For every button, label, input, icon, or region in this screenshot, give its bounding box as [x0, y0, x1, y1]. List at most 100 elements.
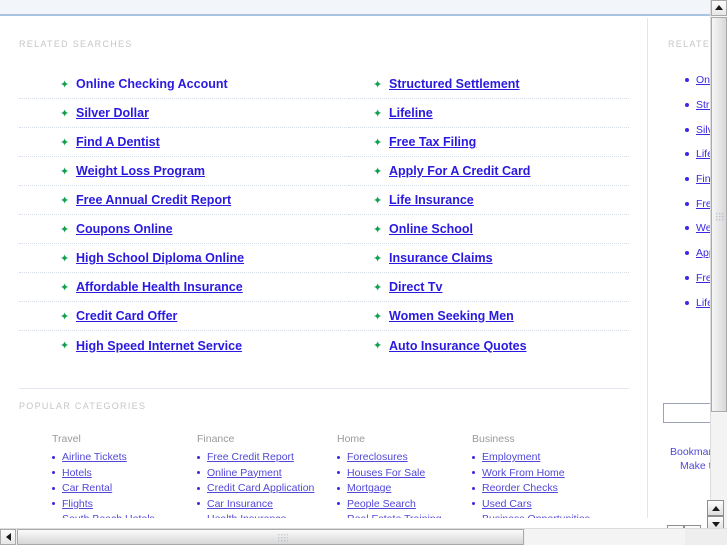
list-item[interactable]: ✦ Direct Tv — [349, 273, 629, 302]
list-item[interactable]: ✦ Weight Loss Program — [19, 157, 349, 186]
secondary-related-link[interactable]: Online Checking Account — [696, 74, 710, 86]
list-item[interactable]: Health Insurance — [197, 513, 337, 518]
list-item[interactable]: ✦ Silver Dollar — [19, 99, 349, 128]
list-item[interactable]: ✦ Structured Settlement — [349, 70, 629, 99]
related-search-link[interactable]: Structured Settlement — [389, 77, 520, 91]
category-link[interactable]: Business Opportunities — [482, 513, 590, 518]
list-item[interactable]: Car Rental — [52, 482, 197, 494]
make-homepage-link[interactable]: Make this — [680, 459, 710, 473]
list-item[interactable]: ✦ Coupons Online — [19, 215, 349, 244]
list-item[interactable]: Real Estate Training — [337, 513, 472, 518]
list-item[interactable]: Weight Loss Program — [685, 216, 710, 241]
list-item[interactable]: Flights — [52, 498, 197, 510]
secondary-related-link[interactable]: Weight Loss Program — [696, 222, 710, 234]
secondary-related-link[interactable]: Silver Dollar — [696, 124, 710, 136]
list-item[interactable]: Online Payment — [197, 467, 337, 479]
bookmark-link[interactable]: Bookmark — [670, 446, 710, 458]
inner-scroll-up-button[interactable] — [707, 500, 724, 516]
related-search-link[interactable]: Online School — [389, 222, 473, 236]
list-item[interactable]: ✦ Women Seeking Men — [349, 302, 629, 331]
secondary-related-link[interactable]: Lifeline — [696, 148, 710, 160]
related-search-link[interactable]: High School Diploma Online — [76, 251, 244, 265]
category-link[interactable]: Hotels — [62, 467, 92, 479]
secondary-related-link[interactable]: Structured Settlement — [696, 99, 710, 111]
search-input[interactable] — [663, 403, 710, 423]
list-item[interactable]: Free Credit Report — [197, 451, 337, 463]
related-search-link[interactable]: Lifeline — [389, 106, 433, 120]
category-link[interactable]: Employment — [482, 451, 540, 463]
vertical-scrollbar-thumb[interactable] — [711, 17, 727, 412]
vertical-scrollbar[interactable] — [710, 0, 727, 528]
category-link[interactable]: Used Cars — [482, 498, 532, 510]
list-item[interactable]: Life Insurance — [685, 290, 710, 315]
category-link[interactable]: Online Payment — [207, 467, 282, 479]
list-item[interactable]: ✦ Online Checking Account — [19, 70, 349, 99]
category-link[interactable]: Foreclosures — [347, 451, 408, 463]
category-link[interactable]: Car Rental — [62, 482, 112, 494]
list-item[interactable]: ✦ Free Tax Filing — [349, 128, 629, 157]
list-item[interactable]: Apply For A Credit Card — [685, 241, 710, 266]
category-link[interactable]: Real Estate Training — [347, 513, 442, 518]
category-link[interactable]: Car Insurance — [207, 498, 273, 510]
list-item[interactable]: Employment — [472, 451, 632, 463]
list-item[interactable]: ✦ Free Annual Credit Report — [19, 186, 349, 215]
category-link[interactable]: Health Insurance — [207, 513, 286, 518]
category-link[interactable]: Flights — [62, 498, 93, 510]
list-item[interactable]: Work From Home — [472, 467, 632, 479]
scroll-up-button[interactable] — [711, 0, 727, 16]
category-link[interactable]: Houses For Sale — [347, 467, 425, 479]
secondary-related-link[interactable]: Life Insurance — [696, 297, 710, 309]
related-search-link[interactable]: Online Checking Account — [76, 77, 228, 91]
list-item[interactable]: ✦ Auto Insurance Quotes — [349, 331, 629, 360]
category-link[interactable]: Reorder Checks — [482, 482, 558, 494]
secondary-related-link[interactable]: Free Tax Filing — [696, 198, 710, 210]
related-search-link[interactable]: Women Seeking Men — [389, 309, 514, 323]
list-item[interactable]: Online Checking Account — [685, 68, 710, 93]
secondary-related-link[interactable]: Find A Dentist — [696, 173, 710, 185]
category-link[interactable]: People Search — [347, 498, 416, 510]
list-item[interactable]: Free Tax Filing — [685, 191, 710, 216]
related-search-link[interactable]: Silver Dollar — [76, 106, 149, 120]
list-item[interactable]: ✦ High Speed Internet Service — [19, 331, 349, 360]
list-item[interactable]: ✦ Credit Card Offer — [19, 302, 349, 331]
related-search-link[interactable]: Life Insurance — [389, 193, 474, 207]
list-item[interactable]: Find A Dentist — [685, 167, 710, 192]
category-link[interactable]: Airline Tickets — [62, 451, 127, 463]
horizontal-scrollbar-thumb[interactable] — [17, 529, 524, 545]
related-search-link[interactable]: Find A Dentist — [76, 135, 160, 149]
list-item[interactable]: Structured Settlement — [685, 93, 710, 118]
list-item[interactable]: Hotels — [52, 467, 197, 479]
list-item[interactable]: Silver Dollar — [685, 117, 710, 142]
category-link[interactable]: Mortgage — [347, 482, 391, 494]
related-search-link[interactable]: Direct Tv — [389, 280, 443, 294]
related-search-link[interactable]: Insurance Claims — [389, 251, 493, 265]
category-link[interactable]: South Beach Hotels — [62, 513, 155, 518]
category-link[interactable]: Work From Home — [482, 467, 565, 479]
category-link[interactable]: Credit Card Application — [207, 482, 314, 494]
list-item[interactable]: Credit Card Application — [197, 482, 337, 494]
secondary-related-link[interactable]: Free Annual Credit Report — [696, 272, 710, 284]
list-item[interactable]: ✦ Find A Dentist — [19, 128, 349, 157]
list-item[interactable]: Business Opportunities — [472, 513, 632, 518]
category-link[interactable]: Free Credit Report — [207, 451, 294, 463]
list-item[interactable]: ✦ Online School — [349, 215, 629, 244]
horizontal-scrollbar[interactable] — [0, 528, 727, 545]
list-item[interactable]: Reorder Checks — [472, 482, 632, 494]
related-search-link[interactable]: Weight Loss Program — [76, 164, 205, 178]
list-item[interactable]: ✦ Insurance Claims — [349, 244, 629, 273]
list-item[interactable]: Lifeline — [685, 142, 710, 167]
related-search-link[interactable]: Affordable Health Insurance — [76, 280, 243, 294]
related-search-link[interactable]: Apply For A Credit Card — [389, 164, 530, 178]
scroll-left-button[interactable] — [0, 529, 16, 545]
list-item[interactable]: ✦ High School Diploma Online — [19, 244, 349, 273]
list-item[interactable]: Used Cars — [472, 498, 632, 510]
related-search-link[interactable]: Coupons Online — [76, 222, 173, 236]
related-search-link[interactable]: High Speed Internet Service — [76, 339, 242, 353]
list-item[interactable]: Mortgage — [337, 482, 472, 494]
list-item[interactable]: Houses For Sale — [337, 467, 472, 479]
list-item[interactable]: South Beach Hotels — [52, 513, 197, 518]
related-search-link[interactable]: Free Annual Credit Report — [76, 193, 231, 207]
list-item[interactable]: Foreclosures — [337, 451, 472, 463]
related-search-link[interactable]: Auto Insurance Quotes — [389, 339, 527, 353]
horizontal-scrollbar-track[interactable] — [525, 529, 685, 545]
